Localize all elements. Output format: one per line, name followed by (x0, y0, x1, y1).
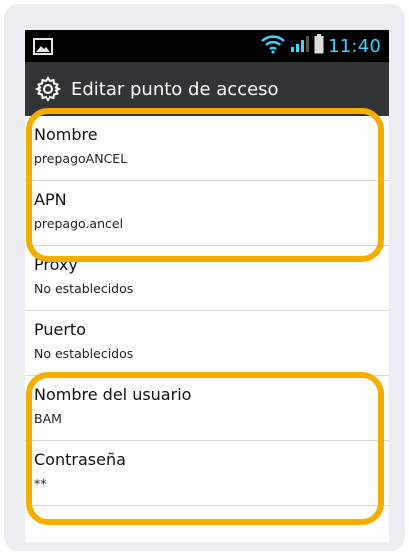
gear-icon (34, 76, 62, 102)
title-bar: Editar punto de acceso (25, 62, 389, 116)
item-title: Nombre (34, 125, 98, 144)
item-title: Nombre del usuario (34, 385, 192, 404)
item-title: Puerto (34, 320, 86, 339)
item-value: No establecidos (34, 281, 134, 296)
item-title: Contraseña (34, 450, 126, 469)
page-title: Editar punto de acceso (71, 78, 279, 100)
item-value: ** (34, 476, 47, 491)
list-item-puerto[interactable]: Puerto No establecidos (25, 311, 389, 376)
next-item-peek (34, 537, 94, 542)
list-item-nombre-usuario[interactable]: Nombre del usuario BAM (25, 376, 389, 441)
item-value: No establecidos (34, 346, 134, 361)
list-item-proxy[interactable]: Proxy No establecidos (25, 246, 389, 311)
phone-screen: 11:40 Editar punto de acceso Nombre prep… (25, 30, 389, 542)
item-title: Proxy (34, 255, 78, 274)
signal-icon (290, 35, 310, 57)
battery-icon (314, 34, 324, 58)
image-notification-icon (33, 38, 53, 59)
item-value: prepagoANCEL (34, 151, 128, 166)
wifi-icon (260, 34, 286, 58)
list-item-apn[interactable]: APN prepago.ancel (25, 181, 389, 246)
status-bar: 11:40 (25, 30, 389, 62)
settings-list: Nombre prepagoANCEL APN prepago.ancel Pr… (25, 116, 389, 506)
status-time: 11:40 (328, 35, 381, 57)
item-value: prepago.ancel (34, 216, 124, 231)
item-title: APN (34, 190, 67, 209)
list-item-nombre[interactable]: Nombre prepagoANCEL (25, 116, 389, 181)
item-value: BAM (34, 411, 62, 426)
list-item-contrasena[interactable]: Contraseña ** (25, 441, 389, 506)
